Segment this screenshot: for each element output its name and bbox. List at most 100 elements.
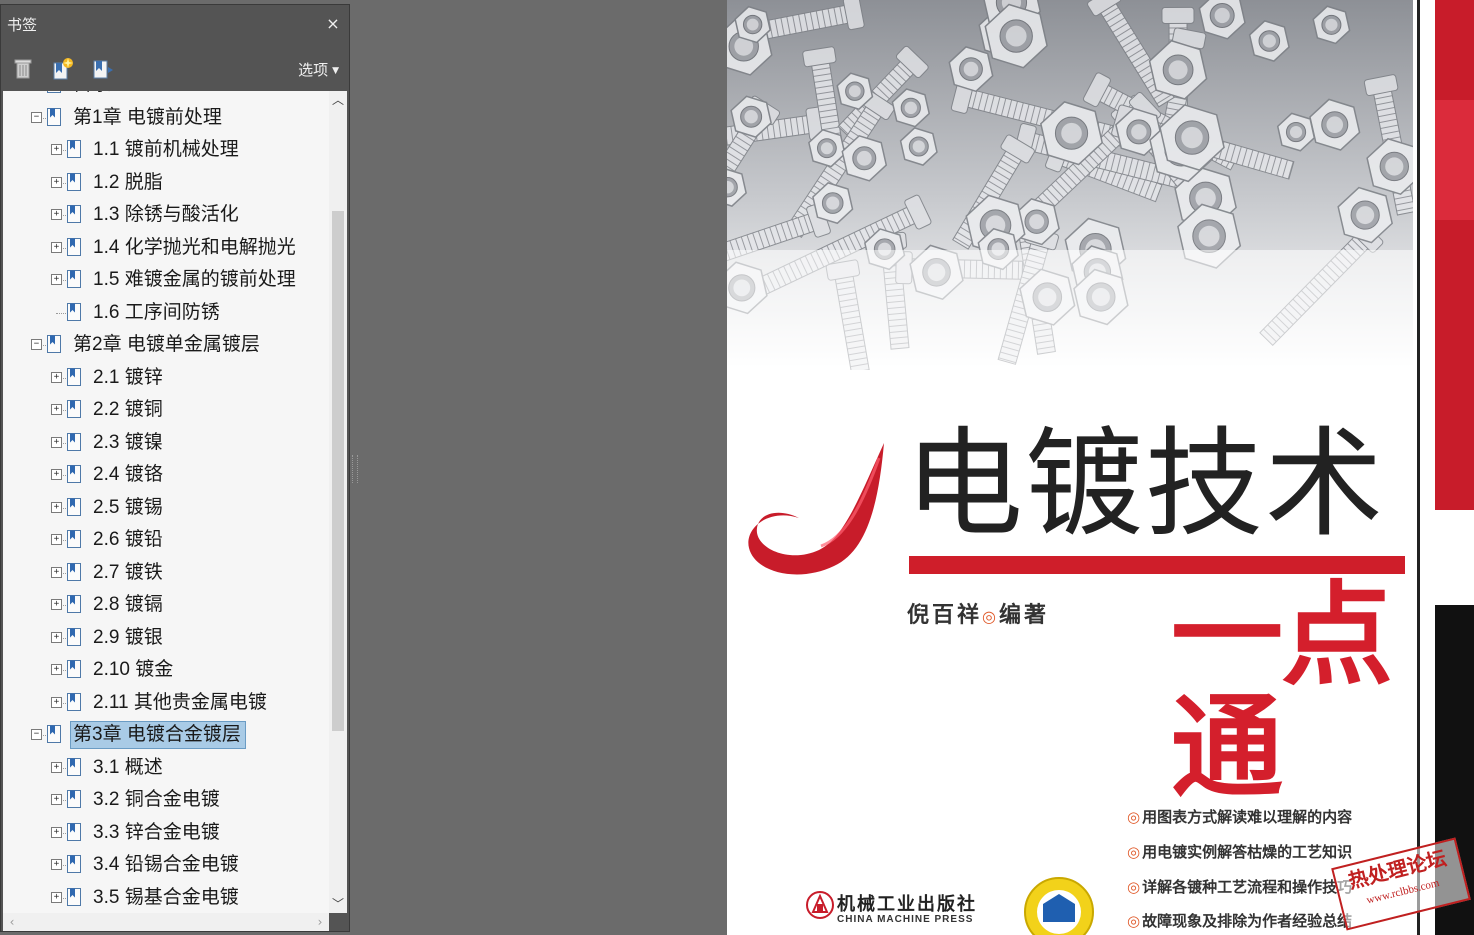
bookmark-label: 1.3 除锈与酸活化 xyxy=(93,204,239,225)
bookmark-tree-view[interactable]: 目录−第1章 电镀前处理+1.1 镀前机械处理+1.2 脱脂+1.3 除锈与酸活… xyxy=(3,91,347,913)
bookmark-icon xyxy=(67,367,81,386)
expand-icon[interactable]: + xyxy=(51,859,62,870)
feature-bullet-3: ◎ 详解各镀种工艺流程和操作技巧 xyxy=(1127,878,1353,896)
section-bookmark[interactable]: +1.5 难镀金属的镀前处理 xyxy=(3,266,329,294)
expand-icon[interactable]: + xyxy=(51,274,62,285)
bookmark-label: 2.2 镀铜 xyxy=(93,399,163,420)
panel-title: 书签 xyxy=(7,16,38,34)
scroll-left-icon[interactable]: ‹ xyxy=(3,913,21,931)
scroll-up-icon[interactable]: ︿ xyxy=(329,91,347,109)
feature-bullet-2: ◎ 用电镀实例解答枯燥的工艺知识 xyxy=(1127,843,1353,861)
section-bookmark[interactable]: +2.6 镀铅 xyxy=(3,526,329,554)
expand-icon[interactable]: + xyxy=(51,566,62,578)
expand-icon[interactable]: + xyxy=(51,891,62,903)
panel-splitter[interactable] xyxy=(352,455,358,483)
collapse-icon[interactable]: − xyxy=(31,339,42,350)
author-separator: ◎ xyxy=(982,607,999,626)
expand-icon[interactable]: + xyxy=(51,631,62,643)
bookmark-label: 2.7 镀铁 xyxy=(93,561,163,583)
section-bookmark[interactable]: +2.7 镀铁 xyxy=(3,559,329,587)
section-bookmark[interactable]: +2.4 镀铬 xyxy=(3,461,329,489)
bookmark-icon xyxy=(67,660,81,678)
feature-bullet-4: ◎ 故障现象及排除为作者经验总结 xyxy=(1127,912,1353,930)
bookmark-icon xyxy=(47,335,61,353)
section-bookmark[interactable]: +2.5 镀锡 xyxy=(3,494,329,522)
bookmark-icon xyxy=(67,140,81,158)
section-bookmark[interactable]: +2.11 其他贵金属电镀 xyxy=(3,689,329,717)
section-bookmark[interactable]: +3.4 铅锡合金电镀 xyxy=(3,851,329,879)
bookmark-icon xyxy=(67,400,81,418)
scrollbar-thumb[interactable] xyxy=(332,211,344,731)
expand-icon[interactable]: + xyxy=(51,209,62,220)
expand-icon[interactable]: + xyxy=(51,241,62,253)
section-bookmark[interactable]: +1.3 除锈与酸活化 xyxy=(3,201,329,229)
collapse-icon[interactable]: − xyxy=(31,111,42,123)
publisher-name-cn: 机械工业出版社 xyxy=(837,894,977,915)
section-bookmark[interactable]: +1.1 镀前机械处理 xyxy=(3,136,329,164)
bookmark-label: 3.1 概述 xyxy=(93,756,163,778)
chapter-bookmark[interactable]: − 第3章 电镀合金镀层 xyxy=(3,721,329,749)
chapter-bookmark[interactable]: − 第1章 电镀前处理 xyxy=(3,104,329,132)
bookmark-icon xyxy=(67,757,81,776)
bookmark-icon xyxy=(67,237,81,256)
close-panel-button[interactable]: × xyxy=(325,16,341,32)
section-bookmark[interactable]: +1.4 化学抛光和电解抛光 xyxy=(3,234,329,262)
bookmark-icon xyxy=(67,497,81,516)
bookmark-export-icon xyxy=(93,60,113,79)
new-bookmark-button[interactable] xyxy=(51,57,75,81)
section-bookmark[interactable]: +2.2 镀铜 xyxy=(3,396,329,424)
section-bookmark[interactable]: +2.8 镀镉 xyxy=(3,591,329,619)
bookmark-icon xyxy=(67,432,81,451)
bookmark-label: 2.4 镀铬 xyxy=(93,464,163,485)
bullet-circle-icon: ◎ xyxy=(1127,878,1141,896)
bookmark-label: 第1章 电镀前处理 xyxy=(73,106,222,128)
section-bookmark[interactable]: +3.3 锌合金电镀 xyxy=(3,819,329,847)
bookmark-label: 1.5 难镀金属的镀前处理 xyxy=(93,269,296,290)
vertical-scrollbar[interactable]: ︿ ﹀ xyxy=(329,91,347,913)
bookmark-icon xyxy=(67,562,81,581)
bookmark-icon xyxy=(67,855,81,873)
options-menu[interactable]: 选项 ▼ xyxy=(298,59,339,80)
chapter-bookmark[interactable]: − 第2章 电镀单金属镀层 xyxy=(3,331,329,359)
section-bookmark[interactable]: +2.1 镀锌 xyxy=(3,364,329,392)
section-bookmark[interactable]: +3.2 铜合金电镀 xyxy=(3,786,329,814)
expand-bookmark-button[interactable] xyxy=(91,57,115,81)
scroll-right-icon[interactable]: › xyxy=(311,913,329,931)
publisher-name-en: CHINA MACHINE PRESS xyxy=(837,914,974,925)
expand-icon[interactable]: + xyxy=(51,144,62,155)
collapse-icon[interactable]: − xyxy=(31,729,42,740)
book-subtitle: 一点通 xyxy=(1171,571,1393,813)
horizontal-scrollbar[interactable]: ‹ › xyxy=(3,913,329,931)
section-bookmark[interactable]: +3.5 锡基合金电镀 xyxy=(3,884,329,912)
expand-icon[interactable]: + xyxy=(51,664,62,675)
bookmark-label: 3.4 铅锡合金电镀 xyxy=(93,854,239,875)
section-bookmark[interactable]: +2.10 镀金 xyxy=(3,656,329,684)
delete-bookmark-button[interactable] xyxy=(11,57,35,81)
expand-icon[interactable]: + xyxy=(51,696,62,708)
scroll-down-icon[interactable]: ﹀ xyxy=(329,895,347,913)
section-bookmark[interactable]: +1.2 脱脂 xyxy=(3,169,329,197)
section-bookmark[interactable]: +2.3 镀镍 xyxy=(3,429,329,457)
expand-icon[interactable]: + xyxy=(51,404,62,415)
bookmark-icon xyxy=(67,530,81,548)
section-bookmark[interactable]: +3.1 概述 xyxy=(3,754,329,782)
expand-icon[interactable]: + xyxy=(51,534,62,545)
expand-icon[interactable]: + xyxy=(51,469,62,480)
expand-icon[interactable]: + xyxy=(51,436,62,448)
section-bookmark[interactable]: +2.9 镀银 xyxy=(3,624,329,652)
bullet-circle-icon: ◎ xyxy=(1127,912,1141,930)
expand-icon[interactable]: + xyxy=(51,371,62,383)
author-role: 编著 xyxy=(998,603,1049,628)
bookmark-label: 2.9 镀银 xyxy=(93,626,163,648)
expand-icon[interactable]: + xyxy=(51,761,62,773)
bookmark-label: 1.4 化学抛光和电解抛光 xyxy=(93,236,296,258)
expand-icon[interactable]: + xyxy=(51,501,62,513)
expand-icon[interactable]: + xyxy=(51,599,62,610)
bookmark-label: 1.6 工序间防锈 xyxy=(93,301,220,323)
chapter-bookmark[interactable]: 目录 xyxy=(3,91,329,99)
expand-icon[interactable]: + xyxy=(51,794,62,805)
section-bookmark[interactable]: 1.6 工序间防锈 xyxy=(3,299,329,327)
expand-icon[interactable]: + xyxy=(51,176,62,188)
bookmark-icon xyxy=(67,205,81,223)
expand-icon[interactable]: + xyxy=(51,826,62,838)
